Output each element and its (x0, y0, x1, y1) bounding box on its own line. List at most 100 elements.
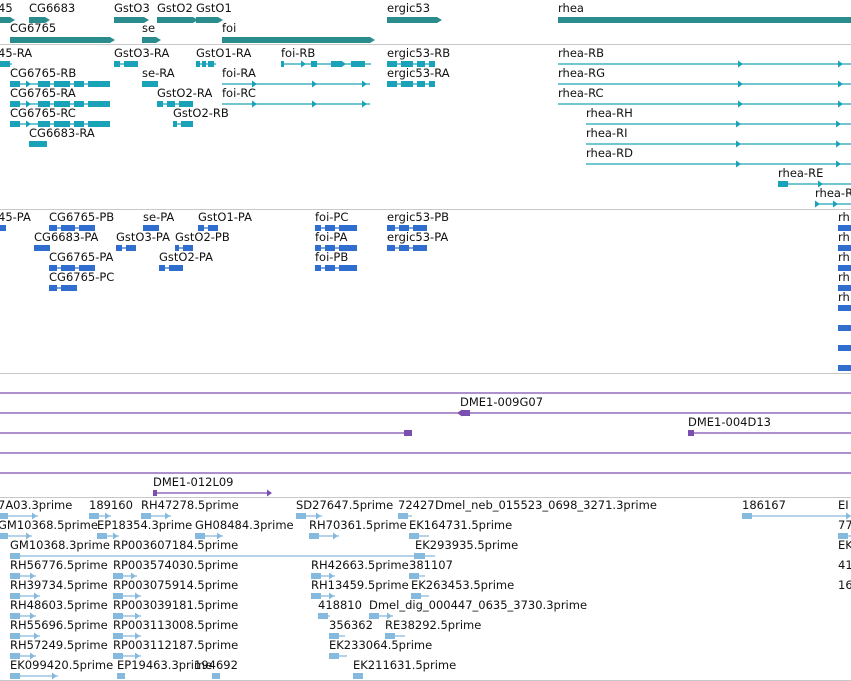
est-feature-16[interactable] (113, 571, 143, 581)
tx-rhea-rd[interactable] (586, 159, 851, 169)
cds-rhea-4[interactable] (838, 283, 851, 293)
gene-bar-foi[interactable] (222, 36, 376, 44)
cds-gsto1-pa[interactable] (198, 223, 224, 233)
est-feature-21[interactable] (311, 591, 341, 601)
cds-se-pa[interactable] (143, 223, 165, 233)
bac-dme1-009g07[interactable] (0, 408, 851, 418)
est-feature-10[interactable] (309, 531, 345, 541)
tx-gsto2-ra[interactable] (157, 99, 199, 109)
tx-foi-rc[interactable] (222, 99, 376, 109)
cds-gsto3-pa[interactable] (116, 243, 142, 253)
est-feature-14[interactable] (415, 551, 441, 561)
tx-cg6765-rb[interactable] (10, 79, 116, 89)
est-feature-3[interactable] (141, 511, 177, 521)
tx-rhea-r[interactable] (815, 199, 851, 209)
tx-cg6765-ra[interactable] (10, 99, 116, 109)
tx-rhea-ri[interactable] (586, 139, 851, 149)
gene-bar-rhea[interactable] (558, 16, 851, 24)
feature-label-gsto3: GstO3 (114, 1, 150, 15)
cds-rhea-2[interactable] (838, 243, 851, 253)
est-feature-33[interactable] (329, 651, 353, 661)
bac-dme1-004d13[interactable] (688, 428, 851, 438)
gene-bar-cg6765[interactable] (10, 36, 116, 44)
est-feature-32[interactable] (113, 651, 147, 661)
est-feature-31[interactable] (10, 651, 42, 661)
cds-cg6765-pa[interactable] (49, 263, 101, 273)
gene-bar-ergic53[interactable] (387, 16, 443, 24)
tx-foi-rb[interactable] (281, 59, 377, 69)
tx-rhea-rb[interactable] (558, 59, 851, 69)
cds-foi-pc[interactable] (315, 223, 363, 233)
feature-label-rhea: rhea (558, 1, 584, 15)
est-feature-25[interactable] (318, 611, 336, 621)
est-feature-15[interactable] (10, 571, 42, 581)
cds-45-pa[interactable] (0, 223, 12, 233)
cds-ergic53-pa[interactable] (387, 243, 433, 253)
tx-gsto2-rb[interactable] (173, 119, 199, 129)
tx-cg6765-rc[interactable] (10, 119, 116, 129)
cds-rhea-5[interactable] (838, 303, 851, 313)
tx-foi-ra[interactable] (222, 79, 376, 89)
est-feature-22[interactable] (411, 591, 435, 601)
est-feature-20[interactable] (113, 591, 147, 601)
est-feature-26[interactable] (369, 611, 399, 621)
feature-label-dmel-neb-015523-0698-3271-3prime: Dmel_neb_015523_0698_3271.3prime (435, 498, 657, 512)
tx-ergic53-rb[interactable] (387, 59, 441, 69)
cds-ergic53-pb[interactable] (387, 223, 433, 233)
cds-foi-pb[interactable] (315, 263, 363, 273)
bac-line-5[interactable] (0, 448, 851, 458)
gene-bar-gsto3[interactable] (114, 16, 150, 24)
gene-bar-gsto2[interactable] (157, 16, 199, 24)
gene-bar-se[interactable] (142, 36, 162, 44)
bac-line-4[interactable] (0, 428, 418, 438)
est-feature-18[interactable] (409, 571, 431, 581)
est-feature-5[interactable] (398, 511, 418, 521)
bac-line-1[interactable] (0, 388, 851, 398)
cds-foi-pa[interactable] (315, 243, 363, 253)
cds-cg6765-pb[interactable] (49, 223, 101, 233)
cds-gsto2-pb[interactable] (175, 243, 199, 253)
track-divider (0, 373, 851, 374)
est-feature-24[interactable] (113, 611, 147, 621)
tx-se-ra[interactable] (142, 79, 164, 89)
cds-rhea-6[interactable] (838, 323, 851, 333)
est-feature-17[interactable] (311, 571, 341, 581)
est-feature-12[interactable] (838, 531, 851, 541)
est-feature-4[interactable] (296, 511, 328, 521)
tx-rhea-rh[interactable] (586, 119, 851, 129)
est-feature-2[interactable] (89, 511, 117, 521)
est-feature-1[interactable] (0, 511, 44, 521)
cds-cg6683-pa[interactable] (34, 243, 56, 253)
est-feature-29[interactable] (329, 631, 351, 641)
tx-rhea-re[interactable] (778, 179, 851, 189)
gene-bar-cg6683[interactable] (29, 16, 51, 24)
cds-cg6765-pc[interactable] (49, 283, 83, 293)
gene-bar-45[interactable] (0, 16, 16, 24)
cds-rhea-3[interactable] (838, 263, 851, 273)
est-feature-30[interactable] (385, 631, 411, 641)
tx-gsto3-ra[interactable] (114, 59, 144, 69)
est-feature-11[interactable] (409, 531, 435, 541)
tx-rhea-rc[interactable] (558, 99, 851, 109)
est-feature-27[interactable] (10, 631, 46, 641)
est-feature-7[interactable] (0, 531, 38, 541)
cds-gsto2-pa[interactable] (159, 263, 189, 273)
tx-gsto1-ra[interactable] (196, 59, 222, 69)
cds-rhea-8[interactable] (838, 363, 851, 373)
est-feature-13[interactable] (10, 551, 426, 561)
tx-45-ra[interactable] (0, 59, 18, 69)
tx-ergic53-ra[interactable] (387, 79, 441, 89)
est-feature-6[interactable] (742, 511, 851, 521)
tx-cg6683-ra[interactable] (29, 139, 53, 149)
bac-line-6[interactable] (0, 468, 851, 478)
tx-rhea-rg[interactable] (558, 79, 851, 89)
est-feature-19[interactable] (10, 591, 46, 601)
gene-bar-gsto1[interactable] (196, 16, 224, 24)
est-feature-23[interactable] (10, 611, 42, 621)
cds-rhea-1[interactable] (838, 223, 851, 233)
feature-label-foi: foi (222, 21, 237, 35)
cds-rhea-7[interactable] (838, 343, 851, 353)
est-feature-8[interactable] (97, 531, 125, 541)
est-feature-9[interactable] (195, 531, 229, 541)
est-feature-28[interactable] (113, 631, 147, 641)
